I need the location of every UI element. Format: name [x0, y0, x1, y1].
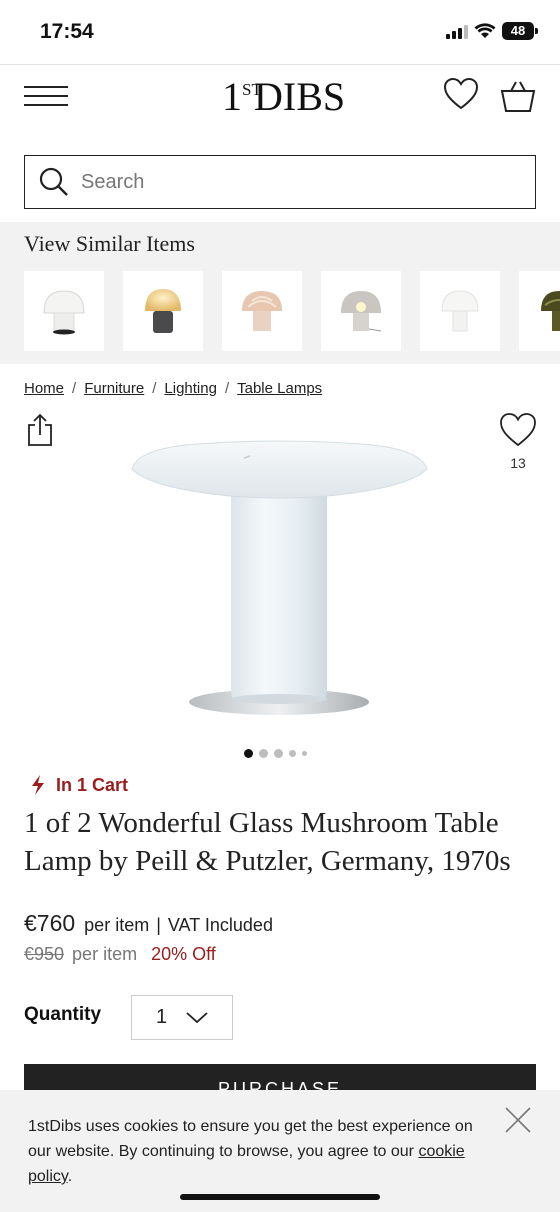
- breadcrumb-home[interactable]: Home: [24, 380, 64, 397]
- breadcrumb-separator: /: [224, 380, 230, 397]
- signal-icon: [446, 23, 468, 39]
- carousel-dot-2[interactable]: [259, 749, 268, 758]
- similar-items-section: View Similar Items: [0, 222, 560, 364]
- site-logo[interactable]: 1STDIBS: [222, 73, 345, 120]
- similar-item-white-mushroom-lamp[interactable]: [24, 271, 104, 351]
- similar-item-swirl-mushroom-lamp[interactable]: [222, 271, 302, 351]
- original-price-unit: per item: [72, 944, 138, 964]
- carousel-dot-1[interactable]: [244, 749, 253, 758]
- close-icon[interactable]: [504, 1106, 532, 1134]
- product-price: €760: [24, 910, 76, 936]
- breadcrumb: Home / Furniture / Lighting / Table Lamp…: [24, 380, 322, 397]
- favorite-count: 13: [510, 455, 526, 471]
- similar-item-amber-mushroom-lamp[interactable]: [123, 271, 203, 351]
- similar-item-frosted-mushroom-lamp[interactable]: [420, 271, 500, 351]
- quantity-label: Quantity: [24, 1004, 102, 1025]
- breadcrumb-furniture[interactable]: Furniture: [84, 380, 144, 397]
- shopping-bag-icon[interactable]: [500, 79, 536, 113]
- vat-note: VAT Included: [167, 915, 273, 935]
- breadcrumb-separator: /: [72, 380, 77, 397]
- carousel-dot-5[interactable]: [302, 751, 307, 756]
- search-icon: [39, 167, 68, 196]
- wifi-icon: [474, 23, 496, 38]
- hamburger-menu-icon[interactable]: [24, 82, 68, 108]
- carousel-dot-3[interactable]: [274, 749, 283, 758]
- price-line: €760 per item | VAT Included: [24, 910, 273, 937]
- share-icon[interactable]: [27, 413, 53, 447]
- quantity-value: 1: [156, 1006, 168, 1028]
- in-cart-text: In 1 Cart: [56, 774, 129, 795]
- similar-item-green-mushroom-lamp[interactable]: [519, 271, 560, 351]
- favorites-heart-icon[interactable]: [443, 77, 479, 111]
- status-time: 17:54: [40, 20, 94, 43]
- cookie-message: 1stDibs uses cookies to ensure you get t…: [28, 1118, 473, 1185]
- original-price-line: €950 per item 20% Off: [24, 944, 216, 965]
- heart-icon[interactable]: [499, 412, 537, 448]
- battery-icon: 48: [502, 22, 538, 40]
- quantity-select[interactable]: 1: [131, 995, 233, 1040]
- similar-items-title: View Similar Items: [24, 231, 195, 256]
- similar-items-list: [24, 271, 560, 351]
- product-title: 1 of 2 Wonderful Glass Mushroom Table La…: [24, 807, 511, 877]
- product-favorite[interactable]: 13: [498, 412, 538, 471]
- similar-item-clear-mushroom-lamp[interactable]: [321, 271, 401, 351]
- vat-separator: |: [156, 915, 161, 935]
- lightning-icon: [32, 775, 44, 795]
- original-price: €950: [24, 944, 65, 964]
- home-indicator: [180, 1194, 380, 1200]
- product-image[interactable]: [128, 436, 432, 720]
- search-bar[interactable]: [24, 155, 536, 209]
- status-bar: 17:54 48: [0, 0, 560, 64]
- chevron-down-icon: [186, 1011, 208, 1023]
- site-header: 1STDIBS: [0, 64, 560, 128]
- in-cart-badge: In 1 Cart: [30, 774, 128, 796]
- status-icons: 48: [446, 22, 538, 40]
- breadcrumb-table-lamps[interactable]: Table Lamps: [237, 380, 322, 397]
- breadcrumb-lighting[interactable]: Lighting: [164, 380, 217, 397]
- discount-badge: 20% Off: [151, 944, 216, 964]
- price-unit: per item: [84, 915, 150, 935]
- carousel-dot-4[interactable]: [289, 750, 296, 757]
- search-input[interactable]: [81, 170, 501, 194]
- carousel-dots: [244, 749, 307, 758]
- breadcrumb-separator: /: [152, 380, 157, 397]
- logo-superscript: ST: [242, 80, 262, 99]
